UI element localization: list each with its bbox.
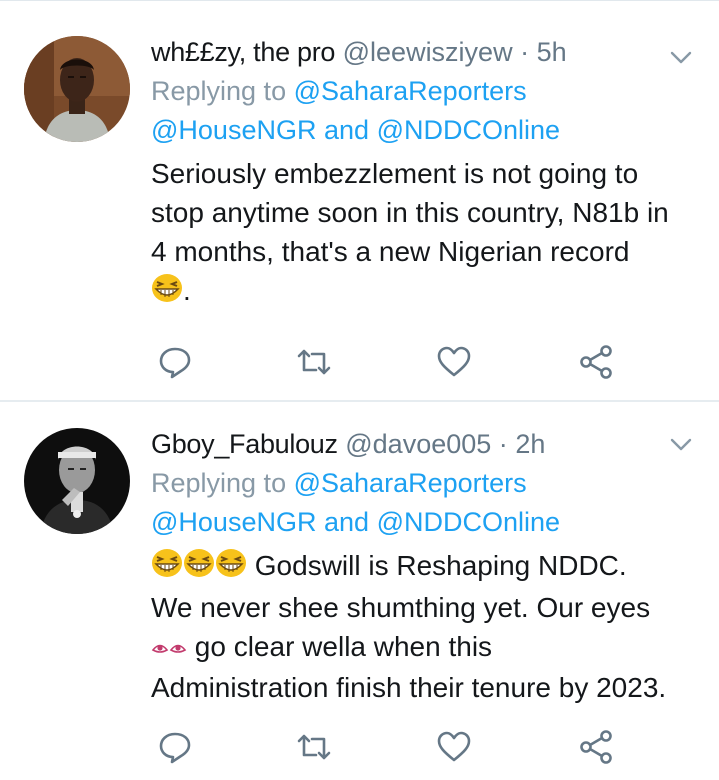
reply-bubble-icon[interactable]	[157, 344, 193, 380]
chevron-down-icon[interactable]	[669, 50, 693, 66]
user-handle[interactable]: @leewisziyew	[343, 37, 513, 67]
tweet-text-line: Godswill is Reshaping NDDC.	[254, 550, 627, 581]
tweet-text-line: Seriously embezzlement is not going to	[151, 158, 639, 189]
replying-to-label: Replying to	[151, 76, 287, 106]
tweet-text: Godswill is Reshaping NDDC. We never she…	[151, 546, 706, 707]
mention-link[interactable]: @SaharaReporters	[294, 468, 527, 498]
grinning-squinting-face-icon	[183, 548, 215, 588]
tweet-text-line: go clear wella when this	[194, 630, 493, 662]
mention-link[interactable]: @SaharaReporters	[294, 76, 527, 106]
replying-to-label: Replying to	[151, 468, 287, 498]
timestamp[interactable]: 2h	[515, 429, 545, 459]
display-name[interactable]: Gboy_Fabulouz	[151, 429, 338, 459]
heart-icon[interactable]	[436, 729, 472, 765]
chevron-down-icon[interactable]	[669, 437, 693, 453]
timestamp[interactable]: 5h	[537, 37, 567, 67]
mention-link[interactable]: @HouseNGR	[151, 115, 316, 145]
mention-link[interactable]: @NDDCOnline	[377, 115, 560, 145]
tweet-text: Seriously embezzlement is not going to s…	[151, 154, 706, 313]
grinning-squinting-face-icon	[215, 548, 247, 588]
top-border	[0, 0, 719, 1]
grinning-squinting-face-icon	[151, 548, 183, 588]
retweet-icon[interactable]	[296, 344, 332, 380]
share-icon[interactable]	[578, 729, 614, 765]
share-icon[interactable]	[578, 344, 614, 380]
user-handle[interactable]: @davoe005	[345, 429, 491, 459]
replying-to: Replying to @SaharaReporters @HouseNGR a…	[151, 72, 706, 150]
tweet-actions	[151, 729, 631, 765]
eyes-icon	[151, 629, 187, 668]
tweet[interactable]: Gboy_Fabulouz @davoe005 · 2h Replying to…	[0, 402, 719, 780]
tweet[interactable]: wh££zy, the pro @leewisziyew · 5h Replyi…	[0, 2, 719, 400]
tweet-text-line: Administration finish their tenure by 20…	[151, 671, 667, 703]
tweet-text-line: stop anytime soon in this country, N81b …	[151, 197, 669, 228]
mention-link[interactable]: @NDDCOnline	[377, 507, 560, 537]
heart-icon[interactable]	[436, 344, 472, 380]
replying-to: Replying to @SaharaReporters @HouseNGR a…	[151, 464, 706, 542]
grinning-squinting-face-icon	[151, 273, 183, 313]
avatar[interactable]	[24, 36, 130, 142]
tweet-text-line: 4 months, that's a new Nigerian record	[151, 236, 630, 267]
avatar[interactable]	[24, 428, 130, 534]
tweet-actions	[151, 344, 631, 380]
mention-link[interactable]: @HouseNGR	[151, 507, 316, 537]
display-name[interactable]: wh££zy, the pro	[151, 37, 335, 67]
and-link[interactable]: and	[324, 507, 369, 537]
separator-dot: ·	[498, 429, 508, 459]
and-link[interactable]: and	[324, 115, 369, 145]
tweet-text-tail: .	[183, 275, 191, 306]
tweet-text-line: We never shee shumthing yet. Our eyes	[151, 591, 651, 623]
reply-bubble-icon[interactable]	[157, 729, 193, 765]
retweet-icon[interactable]	[296, 729, 332, 765]
separator-dot: ·	[520, 37, 530, 67]
